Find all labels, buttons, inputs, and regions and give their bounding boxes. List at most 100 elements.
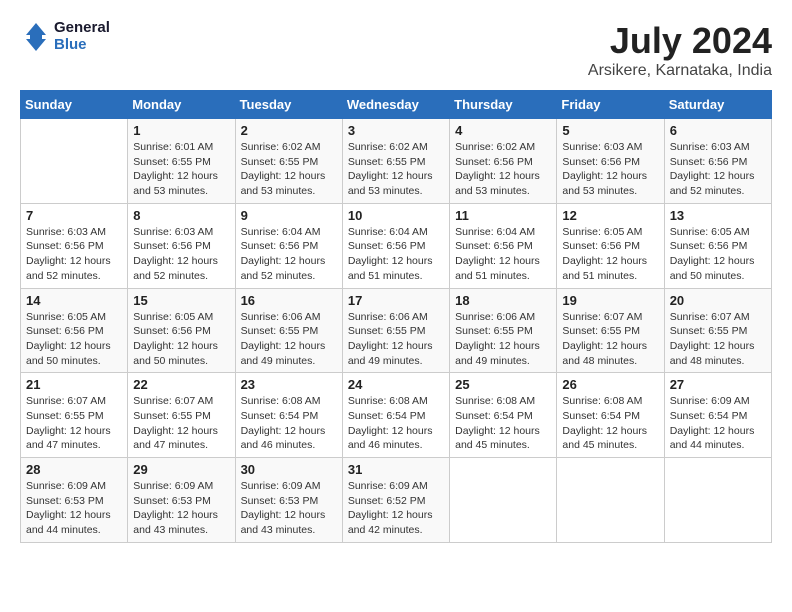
calendar-cell: 22 Sunrise: 6:07 AM Sunset: 6:55 PM Dayli… [128, 373, 235, 458]
day-number: 22 [133, 377, 229, 392]
cell-content: Sunrise: 6:02 AM Sunset: 6:56 PM Dayligh… [455, 140, 551, 199]
cell-content: Sunrise: 6:02 AM Sunset: 6:55 PM Dayligh… [348, 140, 444, 199]
calendar-cell: 23 Sunrise: 6:08 AM Sunset: 6:54 PM Dayli… [235, 373, 342, 458]
calendar-table: SundayMondayTuesdayWednesdayThursdayFrid… [20, 90, 772, 543]
header-thursday: Thursday [450, 91, 557, 119]
header-saturday: Saturday [664, 91, 771, 119]
calendar-cell: 14 Sunrise: 6:05 AM Sunset: 6:56 PM Dayli… [21, 288, 128, 373]
day-number: 30 [241, 462, 337, 477]
calendar-cell: 13 Sunrise: 6:05 AM Sunset: 6:56 PM Dayli… [664, 203, 771, 288]
day-number: 19 [562, 293, 658, 308]
day-number: 20 [670, 293, 766, 308]
header-monday: Monday [128, 91, 235, 119]
calendar-cell: 10 Sunrise: 6:04 AM Sunset: 6:56 PM Dayli… [342, 203, 449, 288]
day-number: 12 [562, 208, 658, 223]
calendar-cell: 2Sunrise: 6:02 AM Sunset: 6:55 PM Daylig… [235, 119, 342, 204]
cell-content: Sunrise: 6:02 AM Sunset: 6:55 PM Dayligh… [241, 140, 337, 199]
calendar-cell: 15 Sunrise: 6:05 AM Sunset: 6:56 PM Dayli… [128, 288, 235, 373]
cell-content: Sunrise: 6:09 AM Sunset: 6:52 PM Dayligh… [348, 479, 444, 538]
day-number: 7 [26, 208, 122, 223]
day-number: 8 [133, 208, 229, 223]
header-wednesday: Wednesday [342, 91, 449, 119]
cell-content: Sunrise: 6:07 AM Sunset: 6:55 PM Dayligh… [562, 310, 658, 369]
cell-content: Sunrise: 6:09 AM Sunset: 6:53 PM Dayligh… [26, 479, 122, 538]
day-number: 14 [26, 293, 122, 308]
day-number: 13 [670, 208, 766, 223]
cell-content: Sunrise: 6:08 AM Sunset: 6:54 PM Dayligh… [562, 394, 658, 453]
day-number: 31 [348, 462, 444, 477]
cell-content: Sunrise: 6:05 AM Sunset: 6:56 PM Dayligh… [562, 225, 658, 284]
cell-content: Sunrise: 6:05 AM Sunset: 6:56 PM Dayligh… [670, 225, 766, 284]
logo: General Blue [20, 20, 110, 53]
calendar-week-row: 7 Sunrise: 6:03 AM Sunset: 6:56 PM Daylig… [21, 203, 772, 288]
calendar-cell: 5 Sunrise: 6:03 AM Sunset: 6:56 PM Daylig… [557, 119, 664, 204]
day-number: 5 [562, 123, 658, 138]
calendar-cell: 29 Sunrise: 6:09 AM Sunset: 6:53 PM Dayli… [128, 458, 235, 543]
day-number: 17 [348, 293, 444, 308]
calendar-cell: 24 Sunrise: 6:08 AM Sunset: 6:54 PM Dayli… [342, 373, 449, 458]
cell-content: Sunrise: 6:08 AM Sunset: 6:54 PM Dayligh… [348, 394, 444, 453]
day-number: 29 [133, 462, 229, 477]
cell-content: Sunrise: 6:03 AM Sunset: 6:56 PM Dayligh… [26, 225, 122, 284]
cell-content: Sunrise: 6:06 AM Sunset: 6:55 PM Dayligh… [241, 310, 337, 369]
calendar-week-row: 14 Sunrise: 6:05 AM Sunset: 6:56 PM Dayli… [21, 288, 772, 373]
day-number: 24 [348, 377, 444, 392]
calendar-week-row: 28 Sunrise: 6:09 AM Sunset: 6:53 PM Dayli… [21, 458, 772, 543]
calendar-cell: 20Sunrise: 6:07 AM Sunset: 6:55 PM Dayli… [664, 288, 771, 373]
calendar-week-row: 21 Sunrise: 6:07 AM Sunset: 6:55 PM Dayli… [21, 373, 772, 458]
day-number: 27 [670, 377, 766, 392]
calendar-header-row: SundayMondayTuesdayWednesdayThursdayFrid… [21, 91, 772, 119]
calendar-cell: 11Sunrise: 6:04 AM Sunset: 6:56 PM Dayli… [450, 203, 557, 288]
header-sunday: Sunday [21, 91, 128, 119]
day-number: 15 [133, 293, 229, 308]
day-number: 28 [26, 462, 122, 477]
cell-content: Sunrise: 6:09 AM Sunset: 6:54 PM Dayligh… [670, 394, 766, 453]
cell-content: Sunrise: 6:03 AM Sunset: 6:56 PM Dayligh… [562, 140, 658, 199]
cell-content: Sunrise: 6:01 AM Sunset: 6:55 PM Dayligh… [133, 140, 229, 199]
logo-blue: Blue [54, 37, 110, 54]
calendar-cell: 12 Sunrise: 6:05 AM Sunset: 6:56 PM Dayli… [557, 203, 664, 288]
cell-content: Sunrise: 6:04 AM Sunset: 6:56 PM Dayligh… [348, 225, 444, 284]
calendar-cell: 30 Sunrise: 6:09 AM Sunset: 6:53 PM Dayli… [235, 458, 342, 543]
day-number: 26 [562, 377, 658, 392]
calendar-cell: 7 Sunrise: 6:03 AM Sunset: 6:56 PM Daylig… [21, 203, 128, 288]
cell-content: Sunrise: 6:07 AM Sunset: 6:55 PM Dayligh… [26, 394, 122, 453]
day-number: 25 [455, 377, 551, 392]
calendar-cell [664, 458, 771, 543]
cell-content: Sunrise: 6:09 AM Sunset: 6:53 PM Dayligh… [133, 479, 229, 538]
calendar-cell: 26 Sunrise: 6:08 AM Sunset: 6:54 PM Dayli… [557, 373, 664, 458]
day-number: 9 [241, 208, 337, 223]
logo-bird-icon [20, 21, 52, 53]
calendar-cell: 28 Sunrise: 6:09 AM Sunset: 6:53 PM Dayli… [21, 458, 128, 543]
calendar-cell [450, 458, 557, 543]
day-number: 11 [455, 208, 551, 223]
cell-content: Sunrise: 6:08 AM Sunset: 6:54 PM Dayligh… [455, 394, 551, 453]
cell-content: Sunrise: 6:09 AM Sunset: 6:53 PM Dayligh… [241, 479, 337, 538]
calendar-cell [557, 458, 664, 543]
cell-content: Sunrise: 6:07 AM Sunset: 6:55 PM Dayligh… [133, 394, 229, 453]
calendar-cell: 6Sunrise: 6:03 AM Sunset: 6:56 PM Daylig… [664, 119, 771, 204]
day-number: 10 [348, 208, 444, 223]
day-number: 18 [455, 293, 551, 308]
calendar-cell: 9 Sunrise: 6:04 AM Sunset: 6:56 PM Daylig… [235, 203, 342, 288]
cell-content: Sunrise: 6:05 AM Sunset: 6:56 PM Dayligh… [133, 310, 229, 369]
day-number: 23 [241, 377, 337, 392]
day-number: 6 [670, 123, 766, 138]
title-block: July 2024 Arsikere, Karnataka, India [588, 20, 772, 80]
day-number: 3 [348, 123, 444, 138]
calendar-cell: 4 Sunrise: 6:02 AM Sunset: 6:56 PM Daylig… [450, 119, 557, 204]
calendar-cell: 25 Sunrise: 6:08 AM Sunset: 6:54 PM Dayli… [450, 373, 557, 458]
page-header: General Blue July 2024 Arsikere, Karnata… [20, 20, 772, 80]
cell-content: Sunrise: 6:04 AM Sunset: 6:56 PM Dayligh… [241, 225, 337, 284]
calendar-cell: 17Sunrise: 6:06 AM Sunset: 6:55 PM Dayli… [342, 288, 449, 373]
calendar-cell: 18Sunrise: 6:06 AM Sunset: 6:55 PM Dayli… [450, 288, 557, 373]
logo-general: General [54, 20, 110, 37]
calendar-cell: 1 Sunrise: 6:01 AM Sunset: 6:55 PM Daylig… [128, 119, 235, 204]
cell-content: Sunrise: 6:05 AM Sunset: 6:56 PM Dayligh… [26, 310, 122, 369]
header-tuesday: Tuesday [235, 91, 342, 119]
day-number: 21 [26, 377, 122, 392]
day-number: 1 [133, 123, 229, 138]
calendar-cell: 16Sunrise: 6:06 AM Sunset: 6:55 PM Dayli… [235, 288, 342, 373]
day-number: 4 [455, 123, 551, 138]
cell-content: Sunrise: 6:08 AM Sunset: 6:54 PM Dayligh… [241, 394, 337, 453]
